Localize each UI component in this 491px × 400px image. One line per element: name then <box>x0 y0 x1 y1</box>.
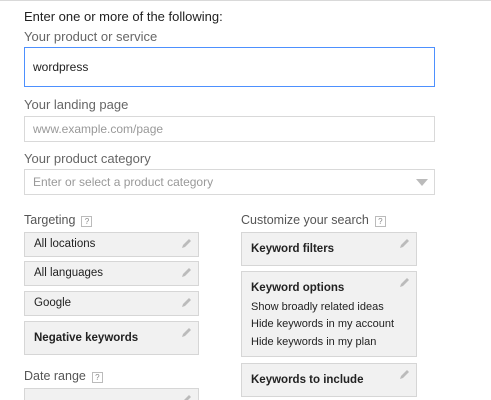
targeting-item-label: Negative keywords <box>34 332 139 344</box>
product-category-select[interactable]: Enter or select a product category <box>24 169 435 195</box>
pencil-icon <box>182 328 191 337</box>
help-icon[interactable]: ? <box>91 372 103 383</box>
targeting-item-label: Google <box>34 297 72 309</box>
help-icon[interactable]: ? <box>81 216 93 227</box>
targeting-label: Targeting? <box>24 213 93 227</box>
keywords-to-include-label: Keywords to include <box>251 374 364 386</box>
keyword-options-card[interactable]: Keyword options Show broadly related ide… <box>241 271 417 357</box>
keyword-option-line: Hide keywords in my plan <box>251 336 377 348</box>
customize-search-label-text: Customize your search <box>241 213 369 227</box>
pencil-icon <box>182 268 191 277</box>
keyword-option-line: Hide keywords in my account <box>251 318 395 330</box>
keywords-to-include-card[interactable]: Keywords to include <box>241 363 417 397</box>
landing-page-label: Your landing page <box>24 97 129 112</box>
keyword-options-title: Keyword options <box>251 282 345 294</box>
date-range-card[interactable] <box>24 388 199 400</box>
form-heading: Enter one or more of the following: <box>24 9 223 24</box>
product-input[interactable] <box>24 47 435 87</box>
help-icon[interactable]: ? <box>374 216 386 227</box>
customize-search-label: Customize your search? <box>241 213 386 227</box>
pencil-icon <box>184 395 191 400</box>
landing-page-input[interactable] <box>24 116 435 142</box>
chevron-down-icon <box>416 179 428 186</box>
targeting-label-text: Targeting <box>24 213 76 227</box>
product-category-placeholder: Enter or select a product category <box>33 175 214 189</box>
pencil-icon <box>182 298 191 307</box>
product-label: Your product or service <box>24 29 158 44</box>
targeting-item-locations[interactable]: All locations <box>24 232 199 257</box>
targeting-item-network[interactable]: Google <box>24 291 199 316</box>
keyword-filters-card[interactable]: Keyword filters <box>241 232 417 266</box>
top-divider <box>0 0 491 1</box>
product-category-label: Your product category <box>24 151 151 166</box>
pencil-icon <box>400 278 409 287</box>
targeting-item-languages[interactable]: All languages <box>24 261 199 286</box>
keyword-option-line: Show broadly related ideas <box>251 301 384 313</box>
date-range-label-text: Date range <box>24 369 86 383</box>
targeting-item-label: All languages <box>34 267 104 279</box>
pencil-icon <box>400 370 409 379</box>
keyword-filters-label: Keyword filters <box>251 243 335 255</box>
pencil-icon <box>400 239 409 248</box>
date-range-label: Date range? <box>24 369 103 383</box>
targeting-item-label: All locations <box>34 238 96 250</box>
pencil-icon <box>182 239 191 248</box>
targeting-item-negative-keywords[interactable]: Negative keywords <box>24 321 199 355</box>
